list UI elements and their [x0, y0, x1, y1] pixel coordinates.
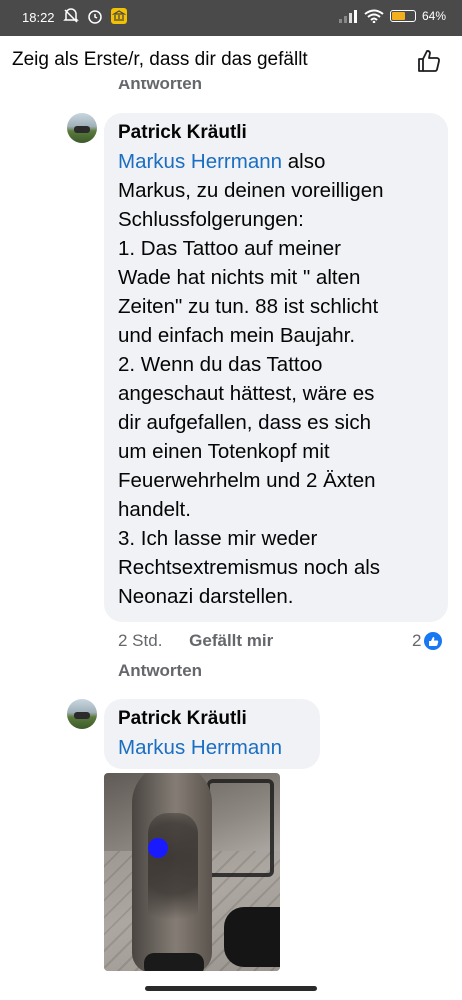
alarm-icon — [88, 10, 102, 24]
battery-icon — [389, 10, 416, 22]
like-reaction-icon — [424, 632, 443, 650]
comment-author[interactable]: Patrick Kräutli — [118, 122, 434, 144]
comment-actions: 2 Std. Gefällt mir — [118, 631, 273, 651]
avatar[interactable] — [67, 699, 97, 729]
header-title: Zeig als Erste/r, dass dir das gefällt — [12, 49, 308, 70]
avatar[interactable] — [67, 113, 97, 143]
battery-percent: 64% — [421, 9, 446, 23]
comment-text: Markus Herrmann — [118, 733, 306, 762]
status-bar: 18:22 64% — [0, 0, 462, 36]
signal-icon — [338, 10, 357, 23]
comment-text: Markus Herrmann also Markus, zu deinen v… — [118, 150, 384, 608]
comment-time: 2 Std. — [118, 631, 163, 650]
bank-app-icon — [111, 8, 127, 24]
do-not-disturb-icon — [63, 8, 79, 23]
previous-reply-link[interactable]: Antworten — [118, 80, 202, 94]
comment-bubble: Patrick Kräutli Markus Herrmann also Mar… — [104, 113, 448, 622]
wifi-icon — [364, 9, 384, 23]
battery-level-fill — [391, 12, 406, 20]
status-icons-left — [62, 7, 128, 25]
comment-author[interactable]: Patrick Kräutli — [118, 708, 306, 730]
home-indicator[interactable] — [145, 986, 317, 991]
reaction-count: 2 — [412, 631, 422, 650]
status-time: 18:22 — [22, 10, 55, 25]
reactions-header: Zeig als Erste/r, dass dir das gefällt — [0, 36, 462, 86]
status-icons-right: 64% — [338, 9, 446, 23]
like-button[interactable]: Gefällt mir — [189, 631, 273, 650]
comment-photo[interactable] — [104, 773, 280, 971]
reply-button[interactable]: Antworten — [118, 661, 202, 681]
touch-indicator — [148, 838, 168, 858]
thumbs-up-icon[interactable] — [416, 48, 442, 74]
mention-link[interactable]: Markus Herrmann — [118, 736, 282, 759]
mention-link[interactable]: Markus Herrmann — [118, 150, 282, 173]
reaction-summary[interactable]: 2 — [412, 631, 443, 651]
comment-bubble: Patrick Kräutli Markus Herrmann — [104, 699, 320, 769]
